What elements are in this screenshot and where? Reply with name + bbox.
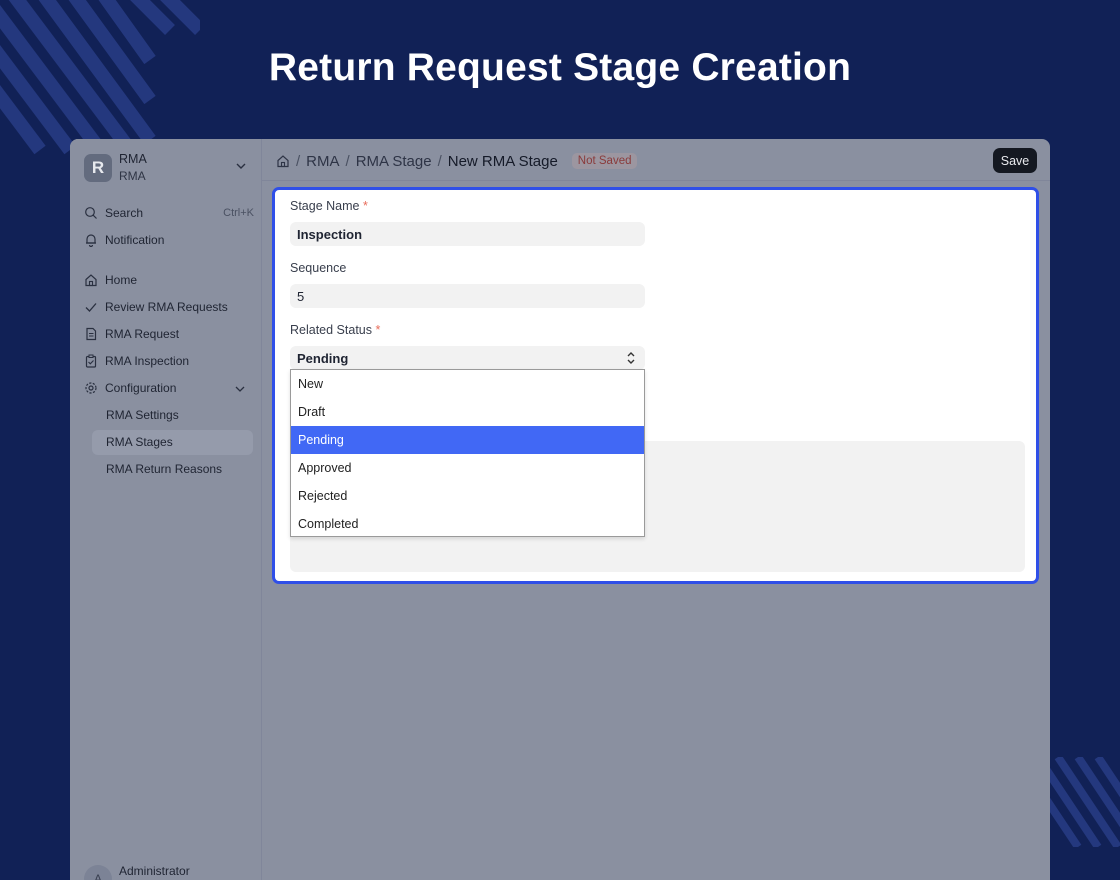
- sidebar-item-review-rma-requests[interactable]: Review RMA Requests: [84, 296, 252, 320]
- workspace-name: RMA: [119, 152, 147, 166]
- home-icon[interactable]: [276, 154, 290, 168]
- sequence-label: Sequence: [290, 261, 347, 275]
- breadcrumb-rma[interactable]: RMA: [306, 153, 339, 170]
- stage-name-field[interactable]: Inspection: [290, 222, 645, 246]
- related-status-select[interactable]: Pending: [290, 346, 645, 370]
- stage-name-label-text: Stage Name: [290, 199, 360, 213]
- workspace-subtitle: RMA: [119, 169, 146, 183]
- related-status-value: Pending: [297, 351, 349, 366]
- sidebar-item-rma-return-reasons[interactable]: RMA Return Reasons: [92, 457, 253, 482]
- sidebar-item-rma-settings[interactable]: RMA Settings: [92, 403, 253, 428]
- search-label: Search: [105, 206, 144, 220]
- user-name: Administrator: [119, 864, 190, 878]
- option-completed[interactable]: Completed: [291, 510, 644, 538]
- decorative-stripes-bottom-right: [1048, 757, 1120, 847]
- stage-name-label: Stage Name *: [290, 199, 368, 213]
- related-status-dropdown: New Draft Pending Approved Rejected Comp…: [290, 369, 645, 537]
- gear-icon: [85, 382, 97, 394]
- check-icon: [85, 303, 97, 312]
- sidebar-item-label: RMA Request: [105, 327, 180, 341]
- workspace-logo: R: [84, 154, 112, 182]
- hero-title: Return Request Stage Creation: [268, 46, 852, 89]
- breadcrumb-separator: /: [437, 152, 442, 170]
- option-new[interactable]: New: [291, 370, 644, 398]
- related-status-label: Related Status *: [290, 323, 380, 337]
- bell-icon: [86, 234, 96, 247]
- sequence-field[interactable]: 5: [290, 284, 645, 308]
- related-status-label-text: Related Status: [290, 323, 372, 337]
- home-icon: [85, 274, 97, 287]
- sidebar-item-label: RMA Stages: [106, 435, 173, 449]
- breadcrumb-rma-stage[interactable]: RMA Stage: [356, 153, 432, 170]
- required-marker: *: [362, 199, 368, 213]
- sidebar-item-label: RMA Inspection: [105, 354, 190, 368]
- sidebar-item-label: RMA Settings: [106, 408, 179, 422]
- breadcrumb-separator: /: [345, 152, 350, 170]
- option-rejected[interactable]: Rejected: [291, 482, 644, 510]
- sidebar: R RMA RMA Search Ctrl+K Notification Hom…: [70, 139, 262, 880]
- required-marker: *: [375, 323, 381, 337]
- select-arrows-icon: [627, 352, 635, 364]
- form-card: Stage Name * Inspection Sequence 5 Relat…: [272, 187, 1039, 584]
- sidebar-item-configuration[interactable]: Configuration: [84, 377, 252, 401]
- sidebar-search[interactable]: Search Ctrl+K: [84, 202, 254, 226]
- breadcrumb-current: New RMA Stage: [447, 152, 558, 170]
- app-window: R RMA RMA Search Ctrl+K Notification Hom…: [70, 139, 1050, 880]
- sidebar-notification[interactable]: Notification: [84, 229, 252, 253]
- workspace-switcher[interactable]: R RMA RMA: [84, 152, 252, 184]
- option-pending[interactable]: Pending: [291, 426, 644, 454]
- option-draft[interactable]: Draft: [291, 398, 644, 426]
- document-icon: [86, 327, 97, 341]
- chevron-down-icon: [236, 163, 246, 169]
- clipboard-icon: [85, 354, 97, 368]
- search-icon: [85, 207, 97, 219]
- sidebar-item-label: Configuration: [105, 381, 177, 395]
- option-approved[interactable]: Approved: [291, 454, 644, 482]
- status-badge: Not Saved: [571, 153, 638, 169]
- sidebar-item-rma-request[interactable]: RMA Request: [84, 323, 252, 347]
- sidebar-item-rma-inspection[interactable]: RMA Inspection: [84, 350, 252, 374]
- main-content: / RMA / RMA Stage / New RMA Stage Not Sa…: [262, 139, 1050, 880]
- sidebar-item-home[interactable]: Home: [84, 269, 252, 293]
- sidebar-item-label: Home: [105, 273, 138, 287]
- avatar: A: [84, 865, 112, 880]
- breadcrumb: / RMA / RMA Stage / New RMA Stage Not Sa…: [276, 151, 638, 171]
- sidebar-item-label: RMA Return Reasons: [106, 462, 223, 476]
- chevron-down-icon: [235, 386, 245, 392]
- breadcrumb-separator: /: [296, 152, 301, 170]
- sidebar-item-rma-stages[interactable]: RMA Stages: [92, 430, 253, 455]
- sidebar-item-label: Review RMA Requests: [105, 300, 228, 314]
- save-button[interactable]: Save: [993, 148, 1037, 173]
- top-bar: / RMA / RMA Stage / New RMA Stage Not Sa…: [262, 139, 1050, 181]
- notification-label: Notification: [105, 233, 165, 247]
- user-menu[interactable]: A Administrator: [84, 863, 252, 880]
- search-shortcut: Ctrl+K: [223, 207, 254, 219]
